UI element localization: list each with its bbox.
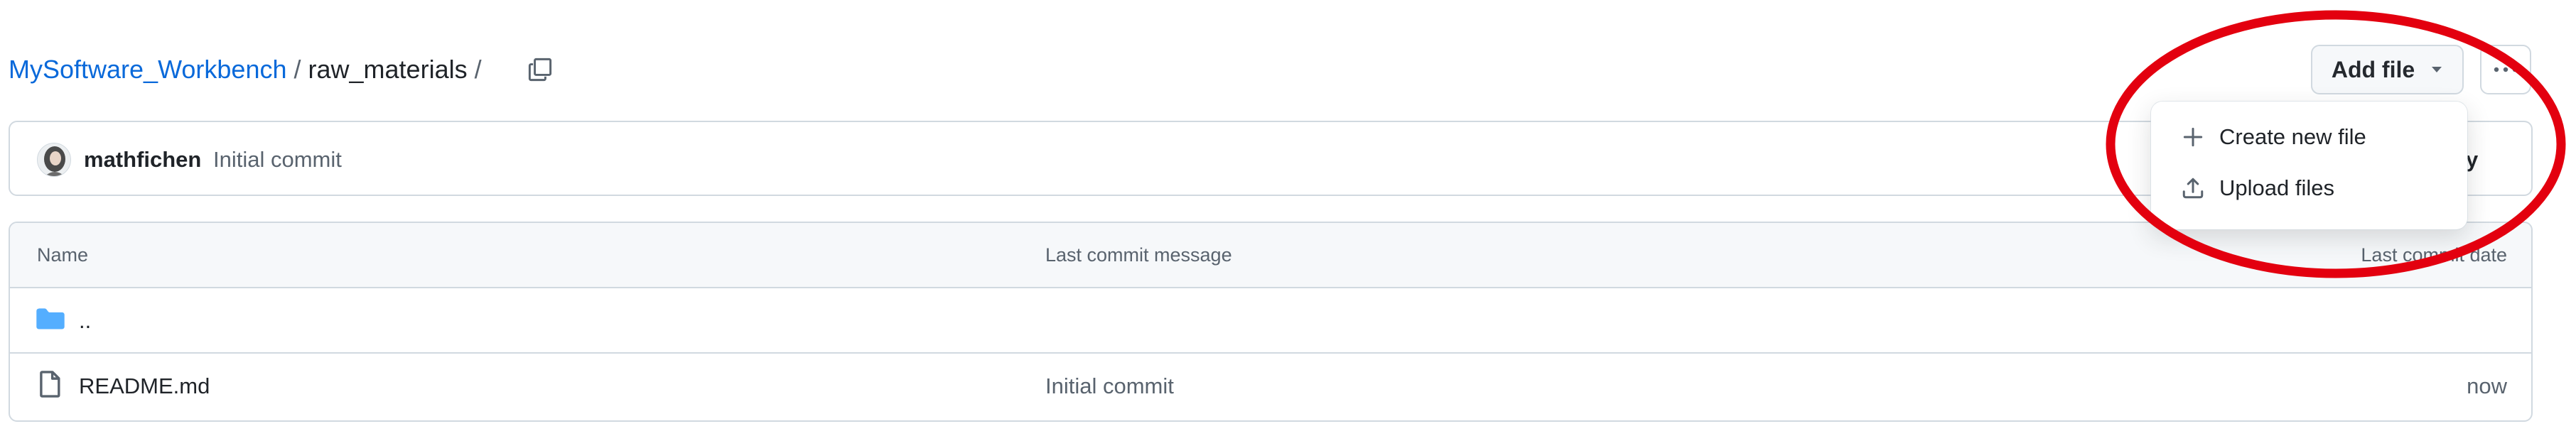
breadcrumb-current-folder: raw_materials [308,55,468,84]
copy-icon [528,58,552,82]
avatar[interactable] [37,143,71,177]
file-icon [40,371,60,398]
add-file-label: Add file [2331,56,2415,82]
breadcrumb: MySoftware_Workbench / raw_materials / [9,50,489,89]
file-commit-date: now [2467,374,2507,398]
breadcrumb-separator: / [293,55,301,84]
more-options-button[interactable] [2480,45,2531,94]
table-row: README.md Initial commit now [10,354,2531,420]
table-row-parent-directory[interactable]: .. [10,288,2531,354]
breadcrumb-trailing-separator: / [474,55,482,84]
commit-author[interactable]: mathfichen [84,140,201,180]
table-header: Name Last commit message Last commit dat… [10,223,2531,288]
add-file-menu: Create new file Upload files [2151,102,2467,229]
file-table: Name Last commit message Last commit dat… [9,222,2533,422]
menu-item-upload-files[interactable]: Upload files [2151,163,2467,214]
file-name[interactable]: README.md [79,366,210,406]
column-header-message: Last commit message [1045,244,1232,266]
file-name[interactable]: .. [79,301,91,341]
user-avatar-icon [38,143,70,176]
breadcrumb-repo-link[interactable]: MySoftware_Workbench [9,50,287,89]
upload-icon [2182,178,2204,199]
plus-icon [2183,127,2203,147]
commit-message[interactable]: Initial commit [213,140,342,180]
triangle-down-icon [2432,67,2442,72]
copy-path-button[interactable] [524,54,556,85]
add-file-button[interactable]: Add file [2311,45,2464,94]
kebab-horizontal-icon [2494,67,2518,72]
menu-item-label: Upload files [2219,175,2334,200]
menu-item-label: Create new file [2219,124,2366,149]
column-header-name: Name [37,244,89,266]
menu-item-create-new-file[interactable]: Create new file [2151,111,2467,163]
file-commit-message[interactable]: Initial commit [1045,366,1174,406]
column-header-date: Last commit date [2361,244,2507,266]
folder-icon [36,308,65,329]
